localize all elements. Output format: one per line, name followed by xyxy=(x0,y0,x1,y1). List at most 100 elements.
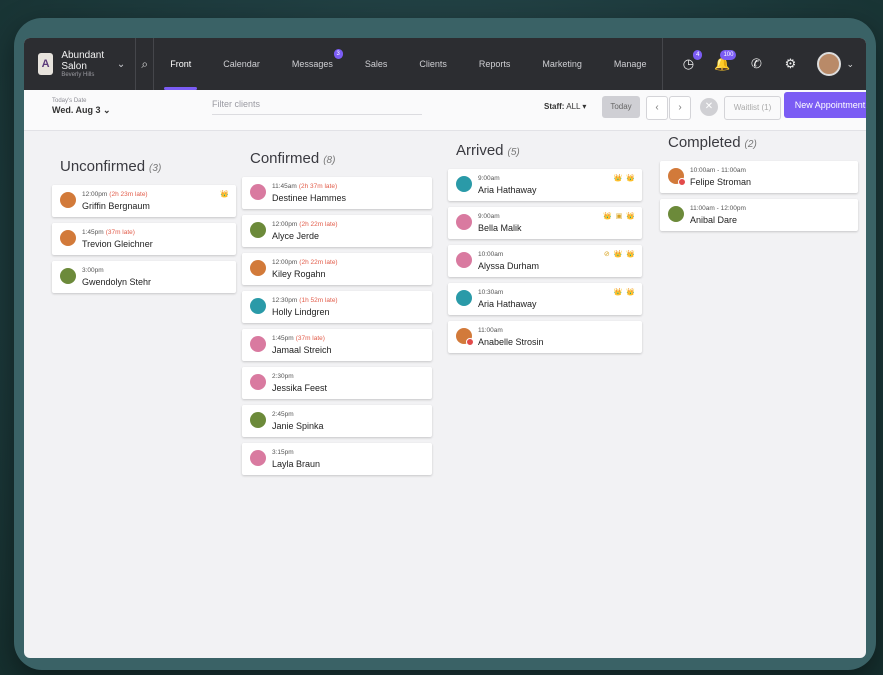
gear-icon[interactable]: ⚙ xyxy=(773,56,807,72)
appointment-card[interactable]: 12:00pm (2h 22m late) Kiley Rogahn xyxy=(242,253,432,285)
clock-badge: 4 xyxy=(693,50,703,60)
appointment-card[interactable]: 9:00am Bella Malik 👑 ▣ 👑 xyxy=(448,207,642,239)
appointment-card[interactable]: 10:00am - 11:00am Felipe Stroman xyxy=(660,161,858,193)
appointment-time: 12:30pm (1h 52m late) xyxy=(272,297,338,304)
client-name: Destinee Hammes xyxy=(272,193,347,203)
new-appointment-button[interactable]: New Appointment xyxy=(784,92,866,118)
appointment-time: 10:00am xyxy=(478,251,503,258)
late-status: (2h 37m late) xyxy=(298,183,338,190)
appointment-card[interactable]: 10:00am Alyssa Durham ⊘ 👑 👑 xyxy=(448,245,642,277)
avatar xyxy=(456,214,472,230)
column-count: (8) xyxy=(323,155,336,166)
appointment-time: 2:45pm xyxy=(272,411,294,418)
appointment-card[interactable]: 12:30pm (1h 52m late) Holly Lindgren xyxy=(242,291,432,323)
avatar xyxy=(250,450,266,466)
late-status: (1h 52m late) xyxy=(299,297,338,304)
salon-name: Abundant Salon xyxy=(61,49,105,72)
tab-messages[interactable]: Messages 3 xyxy=(276,38,349,90)
client-name: Aria Hathaway xyxy=(478,299,537,309)
appointment-card[interactable]: 9:00am Aria Hathaway 👑 👑 xyxy=(448,169,642,201)
appointment-card[interactable]: 10:30am Aria Hathaway 👑 👑 xyxy=(448,283,642,315)
salon-location: Beverly Hills xyxy=(61,71,95,78)
bell-icon[interactable]: 🔔 100 xyxy=(705,50,739,72)
appointment-card[interactable]: 2:45pm Janie Spinka xyxy=(242,405,432,437)
clear-icon[interactable]: ✕ xyxy=(700,98,718,116)
phone-icon[interactable]: ✆ xyxy=(739,56,773,72)
waitlist-button[interactable]: Waitlist (1) xyxy=(724,96,781,120)
client-name: Anibal Dare xyxy=(690,215,738,225)
clock-icon[interactable]: ◷ 4 xyxy=(671,50,705,72)
appointment-card[interactable]: 3:15pm Layla Braun xyxy=(242,443,432,475)
tab-manage[interactable]: Manage xyxy=(598,38,663,90)
client-name: Alyssa Durham xyxy=(478,261,540,271)
salon-switcher[interactable]: A Abundant Salon Beverly Hills ⌄ xyxy=(24,38,137,90)
client-name: Aria Hathaway xyxy=(478,185,537,195)
column-title-text: Unconfirmed xyxy=(60,158,146,175)
avatar xyxy=(250,336,266,352)
appointment-time: 11:00am - 12:00pm xyxy=(690,205,746,212)
appointment-card[interactable]: 11:45am (2h 37m late) Destinee Hammes xyxy=(242,177,432,209)
messages-badge: 3 xyxy=(333,49,343,59)
tab-label: Clients xyxy=(419,59,447,69)
column-title-text: Completed xyxy=(668,134,741,151)
card-list: 12:00pm (2h 23m late) Griffin Bergnaum 👑 1:4… xyxy=(52,185,236,293)
prev-day-button[interactable]: ‹ xyxy=(646,96,668,120)
avatar[interactable] xyxy=(817,52,842,76)
avatar xyxy=(668,168,686,186)
card-list: 10:00am - 11:00am Felipe Stroman 11:00am -… xyxy=(660,161,858,231)
tab-label: Marketing xyxy=(542,59,582,69)
appointment-time: 1:45pm (37m late) xyxy=(272,335,325,342)
today-button[interactable]: Today xyxy=(602,96,640,118)
client-name: Trevion Gleichner xyxy=(82,239,153,249)
tab-calendar[interactable]: Calendar xyxy=(207,38,276,90)
time-text: 10:00am xyxy=(478,251,504,258)
chevron-down-icon: ⌄ xyxy=(116,58,126,70)
tab-marketing[interactable]: Marketing xyxy=(526,38,598,90)
appointment-time: 1:45pm (37m late) xyxy=(82,229,135,236)
toolbar: Today's Date Wed. Aug 3 ⌄ Filter clients… xyxy=(24,90,866,131)
appointment-card[interactable]: 1:45pm (37m late) Trevion Gleichner xyxy=(52,223,236,255)
date-picker[interactable]: Today's Date Wed. Aug 3 ⌄ xyxy=(52,98,111,115)
tab-front-desk[interactable]: Front Desk xyxy=(154,38,207,121)
avatar xyxy=(60,192,76,208)
appointment-time: 12:00pm (2h 22m late) xyxy=(272,221,338,228)
tab-sales[interactable]: Sales xyxy=(349,38,404,90)
appointment-time: 11:00am xyxy=(478,327,503,334)
filter-clients-input[interactable]: Filter clients xyxy=(212,99,422,115)
appointment-card[interactable]: 2:30pm Jessika Feest xyxy=(242,367,432,399)
tab-clients[interactable]: Clients xyxy=(403,38,463,90)
time-text: 12:00pm xyxy=(272,221,298,228)
avatar xyxy=(250,412,266,428)
app-screen: A Abundant Salon Beverly Hills ⌄ ⌕ Front… xyxy=(24,38,866,658)
late-status: (2h 22m late) xyxy=(299,221,338,228)
tab-label: Calendar xyxy=(223,59,260,69)
top-nav: A Abundant Salon Beverly Hills ⌄ ⌕ Front… xyxy=(24,38,866,121)
time-text: 1:45pm xyxy=(272,335,294,342)
appointment-card[interactable]: 11:00am Anabelle Strosin xyxy=(448,321,642,353)
bell-badge: 100 xyxy=(720,50,737,60)
status-icons: ⊘ 👑 👑 xyxy=(603,251,636,258)
appointment-card[interactable]: 12:00pm (2h 23m late) Griffin Bergnaum 👑 xyxy=(52,185,236,217)
tab-reports[interactable]: Reports xyxy=(463,38,527,90)
column-confirmed: Confirmed (8) 11:45am (2h 37m late) Destine… xyxy=(242,150,432,481)
appointment-card[interactable]: 11:00am - 12:00pm Anibal Dare xyxy=(660,199,858,231)
avatar xyxy=(456,328,474,346)
status-icons: 👑 👑 xyxy=(613,289,636,296)
appointment-time: 3:15pm xyxy=(272,449,294,456)
appointment-card[interactable]: 12:00pm (2h 22m late) Alyce Jerde xyxy=(242,215,432,247)
late-status: (37m late) xyxy=(295,335,325,342)
client-name: Jamaal Streich xyxy=(272,345,332,355)
avatar xyxy=(456,290,472,306)
next-day-button[interactable]: › xyxy=(669,96,691,120)
time-text: 3:15pm xyxy=(272,449,294,456)
appointment-card[interactable]: 1:45pm (37m late) Jamaal Streich xyxy=(242,329,432,361)
appointment-card[interactable]: 3:00pm Gwendolyn Stehr xyxy=(52,261,236,293)
staff-select[interactable]: Staff: ALL ▾ xyxy=(544,102,586,111)
time-text: 2:45pm xyxy=(272,411,294,418)
client-name: Gwendolyn Stehr xyxy=(82,277,152,287)
chevron-down-icon[interactable]: ⌄ xyxy=(846,59,854,70)
chevron-down-icon: ⌄ xyxy=(103,104,111,115)
search-icon[interactable]: ⌕ xyxy=(136,38,155,90)
column-count: (2) xyxy=(744,139,757,150)
client-name: Anabelle Strosin xyxy=(478,337,544,347)
